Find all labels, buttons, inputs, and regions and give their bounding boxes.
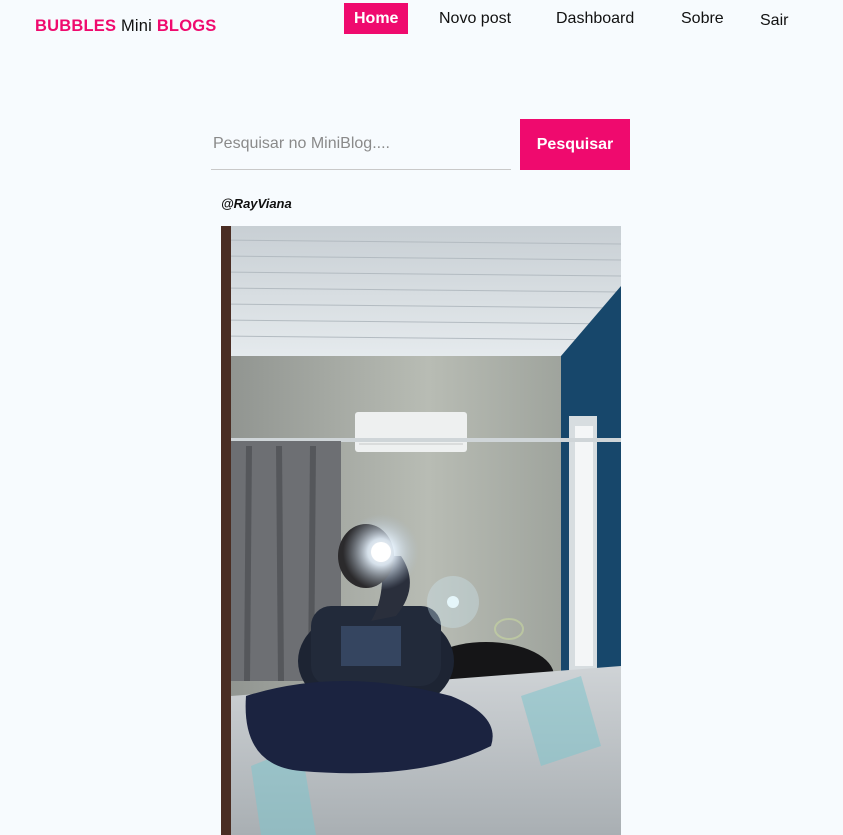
search-input[interactable] [211,119,511,170]
brand-logo[interactable]: BUBBLES Mini BLOGS [35,17,216,36]
page: BUBBLES Mini BLOGS Home Novo post Dashbo… [0,0,843,835]
brand-part-bubbles: BUBBLES [35,17,117,35]
nav-novo-post[interactable]: Novo post [439,3,511,34]
brand-part-blogs: BLOGS [156,17,217,35]
nav-sobre[interactable]: Sobre [681,3,724,34]
post-image [221,226,621,835]
nav-home[interactable]: Home [344,3,409,34]
nav-dashboard[interactable]: Dashboard [556,3,634,34]
post-author: @RayViana [221,196,292,211]
nav-sair[interactable]: Sair [760,5,788,36]
brand-part-mini: Mini [120,17,153,35]
search-button[interactable]: Pesquisar [520,119,630,170]
